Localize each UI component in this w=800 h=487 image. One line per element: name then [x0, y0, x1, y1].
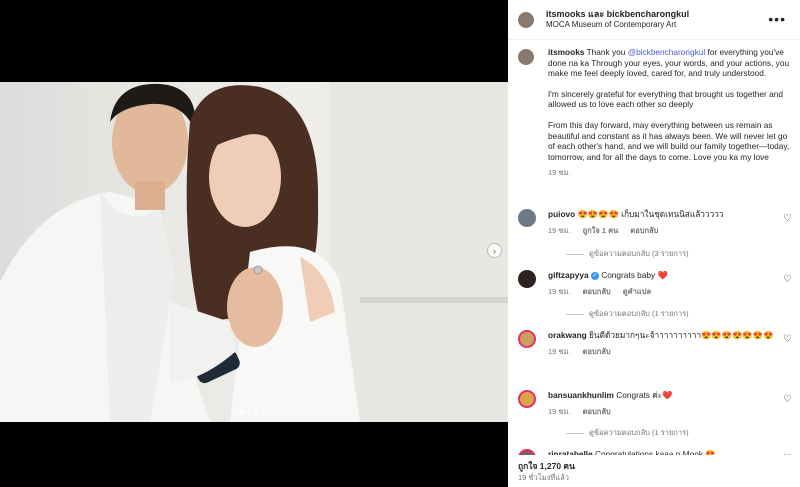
- author-names[interactable]: itsmooks และ bickbencharongkul: [546, 7, 689, 21]
- caption-time: 19 ชม.: [548, 168, 571, 178]
- caption-paragraph: From this day forward, may everything be…: [548, 119, 790, 162]
- post-time: 19 ชั่วโมงที่แล้ว: [518, 473, 569, 482]
- comment-text: 😍😍😍😍 เก็บมาในชุดเทนนิสแล้ววววว: [577, 209, 724, 219]
- next-slide-button[interactable]: ›: [487, 243, 502, 258]
- comment-username[interactable]: orakwang: [548, 330, 587, 340]
- comment-username[interactable]: puiovo: [548, 209, 575, 219]
- carousel-dot: [261, 409, 265, 413]
- commenter-avatar[interactable]: [518, 209, 536, 227]
- comment-username[interactable]: bansuankhunlim: [548, 390, 614, 400]
- comment-time: 19 ชม.: [548, 226, 571, 235]
- reply-line: [566, 253, 584, 255]
- caption-mention[interactable]: @bickbencharongkul: [628, 47, 706, 57]
- chevron-right-icon: ›: [493, 245, 496, 256]
- view-replies-button[interactable]: ดูข้อความตอบกลับ (3 รายการ): [566, 248, 689, 260]
- caption-author-avatar[interactable]: [518, 49, 534, 65]
- author-avatar[interactable]: [518, 12, 534, 28]
- comment-item: bansuankhunlim Congrats ค่ะ❤️ 19 ชม. ตอบ…: [518, 390, 798, 418]
- carousel-dot: [254, 409, 258, 413]
- comment-time: 19 ชม.: [548, 347, 571, 356]
- caption-paragraph: I'm sincerely grateful for everything th…: [548, 88, 783, 110]
- comment-item: puiovo 😍😍😍😍 เก็บมาในชุดเทนนิสแล้ววววว 19…: [518, 209, 798, 237]
- carousel-dot: [240, 409, 244, 413]
- caption-intro: Thank you: [584, 47, 628, 57]
- reply-button[interactable]: ตอบกลับ: [583, 287, 611, 296]
- view-replies-label: ดูข้อความตอบกลับ (1 รายการ): [589, 309, 689, 318]
- verified-badge-icon: ✓: [590, 271, 599, 280]
- couple-photo-illustration: [0, 82, 508, 422]
- like-count[interactable]: ถูกใจ 1,270 คน: [518, 459, 575, 473]
- reply-line: [566, 432, 584, 434]
- post-header: itsmooks และ bickbencharongkul MOCA Muse…: [508, 0, 800, 40]
- reply-button[interactable]: ตอบกลับ: [583, 347, 611, 356]
- view-replies-button[interactable]: ดูข้อความตอบกลับ (1 รายการ): [566, 308, 689, 320]
- caption-username[interactable]: itsmooks: [548, 47, 584, 57]
- comment-likes[interactable]: ถูกใจ 1 คน: [583, 226, 619, 235]
- heart-outline-icon[interactable]: ♡: [783, 394, 792, 405]
- post-caption: itsmooks Thank you @bickbencharongkul fo…: [518, 47, 794, 179]
- carousel-indicator: [240, 409, 265, 413]
- view-replies-label: ดูข้อความตอบกลับ (3 รายการ): [589, 249, 689, 258]
- comment-text: Congrats ค่ะ❤️: [616, 390, 673, 400]
- comment-item: giftzapyya ✓ Congrats baby ❤️ 19 ชม. ตอบ…: [518, 270, 798, 298]
- reply-button[interactable]: ตอบกลับ: [630, 226, 658, 235]
- comment-text: ยินดีด้วยมากๆนะจ้าาาาาาาาาา😍😍😍😍😍😍😍: [589, 330, 774, 340]
- heart-outline-icon[interactable]: ♡: [783, 274, 792, 285]
- comment-username[interactable]: giftzapyya: [548, 270, 589, 280]
- carousel-dot: [247, 409, 251, 413]
- heart-outline-icon[interactable]: ♡: [783, 334, 792, 345]
- post-side-panel: itsmooks และ bickbencharongkul MOCA Muse…: [508, 0, 800, 487]
- reply-button[interactable]: ตอบกลับ: [583, 407, 611, 416]
- comment-item: orakwang ยินดีด้วยมากๆนะจ้าาาาาาาาาา😍😍😍😍…: [518, 330, 798, 358]
- view-replies-label: ดูข้อความตอบกลับ (1 รายการ): [589, 428, 689, 437]
- post-footer: ถูกใจ 1,270 คน 19 ชั่วโมงที่แล้ว: [508, 455, 800, 487]
- location-link[interactable]: MOCA Museum of Contemporary Art: [546, 20, 676, 29]
- more-options-icon[interactable]: •••: [768, 11, 786, 27]
- translate-button[interactable]: ดูคำแปล: [623, 287, 651, 296]
- commenter-avatar[interactable]: [518, 270, 536, 288]
- post-media: ›: [0, 0, 508, 487]
- view-replies-button[interactable]: ดูข้อความตอบกลับ (1 รายการ): [566, 427, 689, 439]
- reply-line: [566, 313, 584, 315]
- post-photo[interactable]: [0, 82, 508, 422]
- comment-time: 19 ชม.: [548, 287, 571, 296]
- commenter-avatar[interactable]: [518, 330, 536, 348]
- commenter-avatar[interactable]: [518, 390, 536, 408]
- heart-outline-icon[interactable]: ♡: [783, 213, 792, 224]
- comment-text: Congrats baby ❤️: [601, 270, 668, 280]
- comment-time: 19 ชม.: [548, 407, 571, 416]
